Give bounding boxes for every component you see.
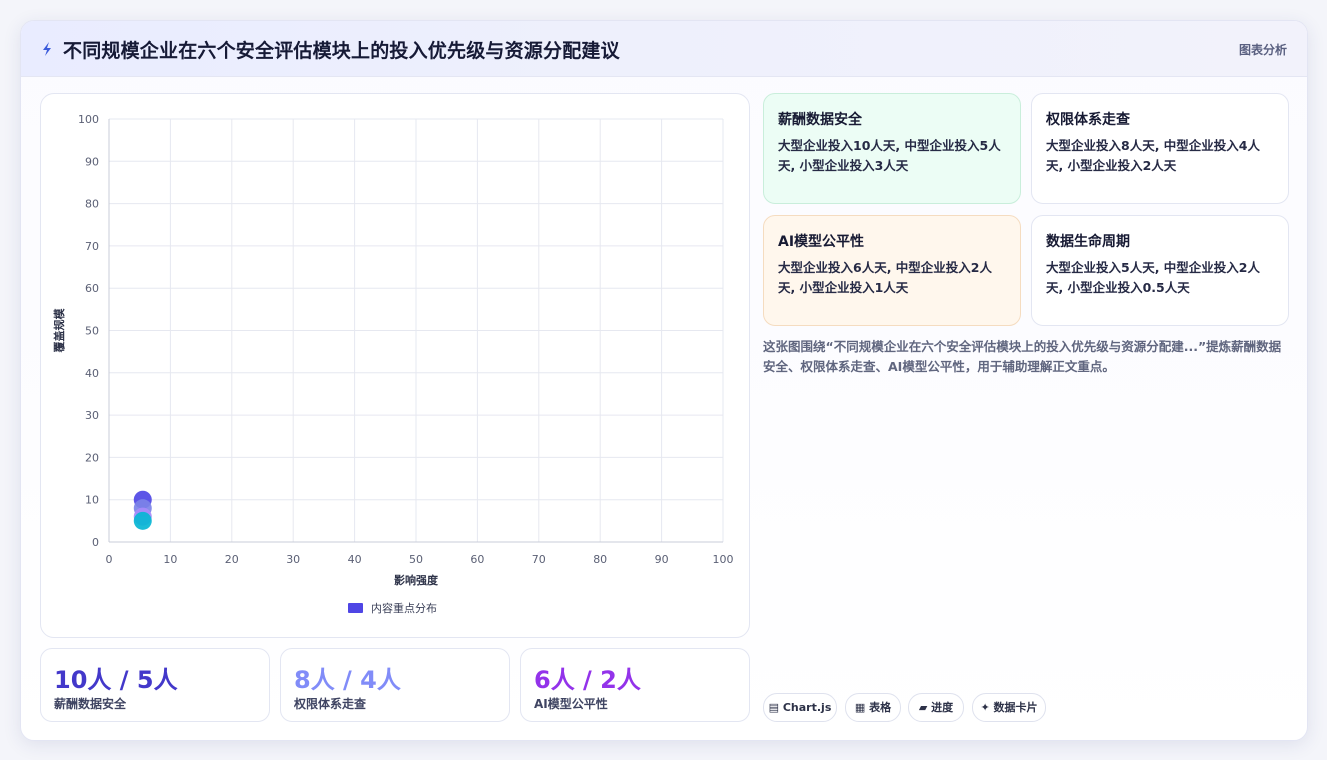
data-point: [133, 511, 152, 530]
y-tick-label: 100: [78, 113, 99, 126]
summary-text: 这张图围绕“不同规模企业在六个安全评估模块上的投入优先级与资源分配建...”提炼…: [763, 339, 1282, 374]
module-title: AI模型公平性: [778, 234, 865, 250]
stat-card-permission: 8人 / 4人 权限体系走查: [280, 648, 510, 722]
chip-data-card[interactable]: ✦ 数据卡片: [972, 693, 1046, 722]
y-tick-label: 30: [85, 409, 99, 422]
stat-label: 权限体系走查: [294, 697, 367, 711]
module-card-lifecycle: 数据生命周期 大型企业投入5人天, 中型企业投入2人天, 小型企业投入0.5人天: [1031, 215, 1289, 326]
chip-progress[interactable]: ▰ 进度: [908, 693, 964, 722]
x-tick-label: 10: [163, 553, 177, 566]
x-tick-label: 50: [409, 553, 423, 566]
chart-analysis-tag: 图表分析: [1238, 43, 1287, 57]
chip-label: Chart.js: [782, 701, 832, 714]
stat-value: 10人 / 5人: [54, 666, 178, 694]
y-tick-label: 60: [85, 282, 99, 295]
y-tick-label: 90: [85, 155, 99, 168]
stat-value: 8人 / 4人: [294, 666, 401, 694]
legend-label: 内容重点分布: [371, 601, 437, 615]
scatter-chart: 0 10 20 30 40 50 60 70 80 90 100 0 10 20 30 40 50 60 70 80 9…: [52, 113, 734, 615]
stat-value: 6人 / 2人: [534, 666, 641, 694]
x-tick-label: 70: [532, 553, 546, 566]
module-desc: 大型企业投入8人天, 中型企业投入4人天, 小型企业投入2人天: [1046, 138, 1260, 173]
x-tick-label: 100: [713, 553, 734, 566]
stat-label: 薪酬数据安全: [54, 697, 127, 711]
chip-chartjs[interactable]: ▤ Chart.js: [763, 693, 837, 722]
x-tick-label: 90: [655, 553, 669, 566]
card-header: 不同规模企业在六个安全评估模块上的投入优先级与资源分配建议 图表分析: [21, 21, 1307, 77]
chip-label: 数据卡片: [993, 701, 1038, 714]
x-tick-label: 80: [593, 553, 607, 566]
y-axis-label: 覆盖规模: [52, 308, 66, 353]
x-tick-label: 60: [470, 553, 484, 566]
module-title: 权限体系走查: [1046, 112, 1130, 128]
y-tick-label: 0: [92, 536, 99, 549]
y-tick-label: 50: [85, 325, 99, 338]
module-card-permission: 权限体系走查 大型企业投入8人天, 中型企业投入4人天, 小型企业投入2人天: [1031, 93, 1289, 204]
table-icon: ▦: [854, 701, 866, 714]
scatter-chart-panel: 0 10 20 30 40 50 60 70 80 90 100 0 10 20 30 40 50 60 70 80 9…: [40, 93, 750, 638]
x-tick-label: 0: [106, 553, 113, 566]
x-tick-label: 30: [286, 553, 300, 566]
module-title: 数据生命周期: [1046, 234, 1130, 250]
y-tick-label: 70: [85, 240, 99, 253]
sparkle-icon: ✦: [980, 701, 990, 714]
analysis-card: 不同规模企业在六个安全评估模块上的投入优先级与资源分配建议 图表分析 0 10 20…: [20, 20, 1308, 741]
lightning-icon: [43, 42, 51, 56]
chip-table[interactable]: ▦ 表格: [845, 693, 901, 722]
page-title: 不同规模企业在六个安全评估模块上的投入优先级与资源分配建议: [63, 40, 620, 62]
module-desc: 大型企业投入10人天, 中型企业投入5人天, 小型企业投入3人天: [778, 138, 1001, 173]
progress-icon: ▰: [918, 701, 928, 714]
module-card-ai-fairness: AI模型公平性 大型企业投入6人天, 中型企业投入2人天, 小型企业投入1人天: [763, 215, 1021, 326]
module-desc: 大型企业投入5人天, 中型企业投入2人天, 小型企业投入0.5人天: [1046, 260, 1260, 295]
stat-card-salary: 10人 / 5人 薪酬数据安全: [40, 648, 270, 722]
x-tick-label: 20: [225, 553, 239, 566]
x-tick-label: 40: [348, 553, 362, 566]
module-card-salary: 薪酬数据安全 大型企业投入10人天, 中型企业投入5人天, 小型企业投入3人天: [763, 93, 1021, 204]
chip-label: 进度: [931, 701, 954, 714]
chip-label: 表格: [869, 701, 892, 714]
y-tick-label: 40: [85, 367, 99, 380]
y-tick-label: 20: [85, 451, 99, 464]
module-title: 薪酬数据安全: [778, 112, 862, 128]
y-tick-label: 10: [85, 494, 99, 507]
x-axis-label: 影响强度: [394, 573, 439, 587]
module-desc: 大型企业投入6人天, 中型企业投入2人天, 小型企业投入1人天: [778, 260, 992, 295]
legend-swatch: [348, 603, 363, 613]
stat-label: AI模型公平性: [534, 697, 608, 711]
stat-card-ai-fairness: 6人 / 2人 AI模型公平性: [520, 648, 750, 722]
chart-icon: ▤: [768, 701, 780, 714]
y-tick-label: 80: [85, 198, 99, 211]
